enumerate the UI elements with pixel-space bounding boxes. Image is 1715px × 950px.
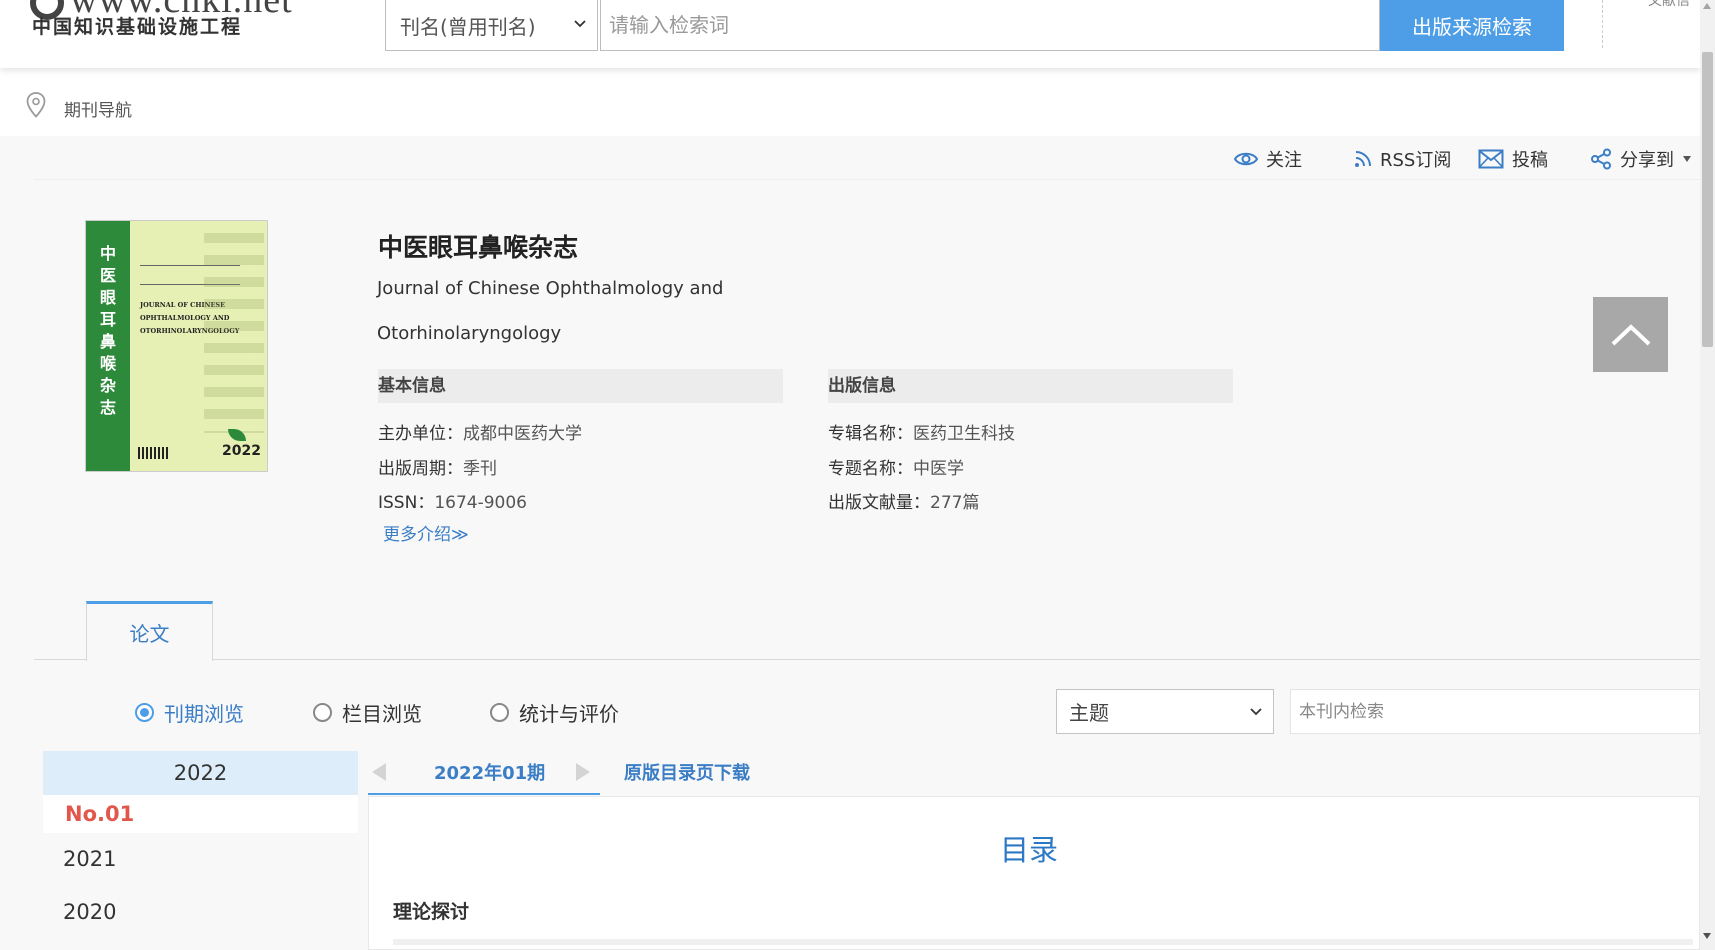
toc-section-heading: 理论探讨 [393,901,470,923]
info-row-series: 专辑名称：医药卫生科技 [828,424,1015,444]
action-bar: 关注 RSS订阅 投稿 分享到 [34,136,1700,180]
tab-divider [34,659,1700,660]
search-input[interactable] [600,0,1380,51]
share-icon [1591,148,1611,170]
breadcrumb-item[interactable]: 期刊导航 [64,96,132,121]
info-row-issn: ISSN：1674-9006 [378,493,527,513]
chevron-down-icon [1250,708,1262,716]
radio-dot [313,703,332,722]
issue-item-selected[interactable]: No.01 [43,795,358,833]
info-row-article-count: 出版文献量：277篇 [828,493,980,513]
submit-manuscript-button[interactable]: 投稿 [1478,146,1548,172]
cover-year: 2022 [222,443,261,459]
follow-button[interactable]: 关注 [1234,146,1302,172]
header-divider [1602,0,1603,48]
breadcrumb: 期刊导航 [0,68,1700,136]
pub-info-heading: 出版信息 [828,369,1233,403]
barcode-icon [138,447,168,459]
top-header: www.cnki.net 中国知识基础设施工程 刊名(曾用刊名) 出版来源检索 … [0,0,1700,68]
chevron-down-icon [574,20,586,28]
envelope-icon [1478,149,1504,169]
rss-button[interactable]: RSS订阅 [1354,146,1451,172]
rss-icon [1355,151,1371,167]
radio-browse-by-column[interactable]: 栏目浏览 [313,698,422,727]
download-toc-link[interactable]: 原版目录页下载 [624,759,750,785]
current-issue-label: 2022年01期 [434,763,546,784]
issue-underline [368,793,600,795]
radio-stats-evaluation[interactable]: 统计与评价 [490,698,619,727]
cover-calligraphy-decoration [204,233,264,433]
radio-dot [135,703,154,722]
page-scrollbar[interactable] [1700,0,1715,950]
eye-icon [1234,152,1258,166]
tab-papers[interactable]: 论文 [86,601,213,661]
table-of-contents: 目录 理论探讨 [368,796,1700,950]
logo-subtitle: 中国知识基础设施工程 [32,16,243,38]
year-list: 2022 No.01 2021 2020 [43,751,358,939]
next-issue-arrow-icon[interactable] [576,763,590,781]
basic-info-heading: 基本信息 [378,369,783,403]
inner-search-field-select[interactable]: 主题 [1056,689,1274,734]
journal-cover-image: 中医眼耳鼻喉杂志 JOURNAL OF CHINESE OPHTHALMOLOG… [85,220,268,472]
scrollbar-thumb[interactable] [1702,52,1713,347]
scroll-up-arrow-icon[interactable] [1703,3,1711,9]
location-pin-icon [26,92,46,118]
year-item[interactable]: 2020 [43,886,358,939]
info-row-subject: 专题名称：中医学 [828,459,964,479]
more-intro-link[interactable]: 更多介绍≫ [383,520,469,545]
info-row-frequency: 出版周期：季刊 [378,459,497,479]
prev-issue-arrow-icon[interactable] [372,763,386,781]
journal-title: 中医眼耳鼻喉杂志 [378,233,579,262]
radio-dot [490,703,509,722]
caret-down-icon [1683,156,1691,162]
radio-browse-by-issue[interactable]: 刊期浏览 [135,698,244,727]
year-item-current[interactable]: 2022 [43,751,358,795]
info-row-sponsor: 主办单位：成都中医药大学 [378,424,582,444]
inner-search-input[interactable] [1290,689,1700,734]
journal-main: 关注 RSS订阅 投稿 分享到 中医眼耳鼻喉杂志 JOURNAL OF CHIN… [0,136,1700,950]
toc-divider [393,939,1693,945]
cover-spine-title: 中医眼耳鼻喉杂志 [99,244,116,417]
share-button[interactable]: 分享到 [1590,146,1692,172]
chevron-up-icon [1611,323,1650,345]
journal-title-english: Journal of Chinese Ophthalmology and Oto… [377,278,724,344]
back-to-top-button[interactable] [1593,297,1668,372]
search-button[interactable]: 出版来源检索 [1380,0,1564,51]
toc-title: 目录 [999,833,1058,867]
issue-nav: 2022年01期 原版目录页下载 [368,751,1700,796]
search-field-select[interactable]: 刊名(曾用刊名) [385,0,598,51]
year-item[interactable]: 2021 [43,833,358,886]
header-right-link[interactable]: 文献信 [1648,0,1690,10]
scroll-down-arrow-icon[interactable] [1703,933,1711,939]
